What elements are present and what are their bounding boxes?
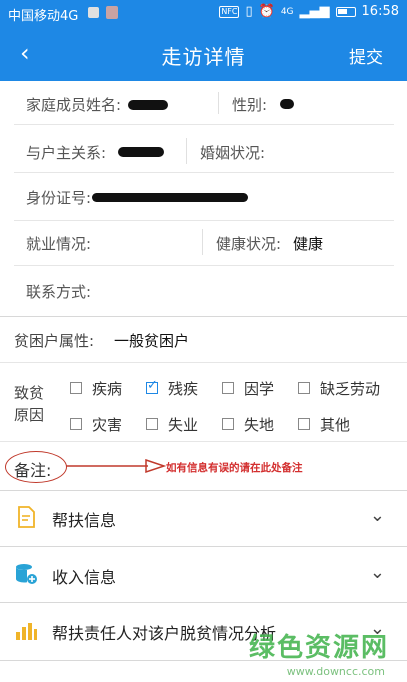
relation-row: 与户主关系: 婚姻状况: bbox=[0, 138, 407, 164]
relation-label: 与户主关系: bbox=[26, 144, 107, 162]
redacted-name bbox=[128, 100, 168, 110]
annotation-arrow-icon bbox=[66, 458, 166, 474]
member-name-label: 家庭成员姓名: bbox=[26, 96, 122, 114]
cause-checkbox[interactable] bbox=[222, 418, 234, 430]
cause-label-1: 致贫 bbox=[14, 384, 45, 402]
health-label: 健康状况: bbox=[216, 235, 282, 253]
submit-button[interactable]: 提交 bbox=[349, 43, 383, 68]
watermark-logo: 绿色资源网 bbox=[248, 633, 389, 663]
section-title: 帮扶信息 bbox=[52, 511, 117, 530]
gender-label: 性别: bbox=[232, 96, 268, 114]
contact-row: 联系方式: bbox=[0, 281, 407, 303]
alarm-icon: ⏰ bbox=[258, 4, 275, 19]
employment-label: 就业情况: bbox=[26, 235, 92, 253]
member-name-row: 家庭成员姓名: 性别: bbox=[0, 92, 407, 116]
cause-label-2: 原因 bbox=[14, 406, 45, 424]
cause-option-label: 缺乏劳动 bbox=[320, 380, 381, 398]
health-value: 健康 bbox=[293, 235, 324, 253]
cause-checkbox[interactable] bbox=[298, 382, 310, 394]
cause-option-label: 其他 bbox=[320, 416, 351, 434]
notification-icon bbox=[88, 7, 99, 18]
divider bbox=[0, 546, 407, 547]
cause-checkbox[interactable] bbox=[298, 418, 310, 430]
cause-checkbox[interactable] bbox=[70, 382, 82, 394]
divider bbox=[218, 92, 219, 114]
app-header: ‹ 走访详情 提交 bbox=[0, 26, 407, 81]
clock-text: 16:58 bbox=[361, 4, 399, 19]
status-bar: 中国移动4G NFC ▯ ⏰ 4G ▂▄▆ 16:58 bbox=[0, 0, 407, 26]
poverty-attr-label: 贫困户属性: bbox=[14, 332, 95, 350]
cause-option-label: 因学 bbox=[244, 380, 275, 398]
section-title: 帮扶责任人对该户脱贫情况分析 bbox=[52, 624, 277, 643]
section-income-info[interactable]: 收入信息 ⌄ bbox=[0, 548, 407, 604]
cause-option-label: 疾病 bbox=[92, 380, 123, 398]
cause-option-label: 残疾 bbox=[168, 380, 199, 398]
marital-label: 婚姻状况: bbox=[200, 144, 266, 162]
signal-icon: ▂▄▆ bbox=[299, 4, 330, 19]
watermark-url: www.downcc.com bbox=[286, 665, 385, 678]
cause-checkbox[interactable] bbox=[146, 418, 158, 430]
divider bbox=[0, 441, 407, 442]
document-icon bbox=[18, 506, 35, 528]
nfc-icon: NFC bbox=[219, 5, 240, 18]
divider bbox=[14, 265, 394, 266]
divider bbox=[0, 602, 407, 603]
contact-label: 联系方式: bbox=[26, 283, 92, 301]
note-label[interactable]: 备注: bbox=[14, 457, 51, 481]
cause-checkbox[interactable] bbox=[146, 378, 158, 394]
chevron-down-icon[interactable]: ⌄ bbox=[370, 505, 385, 526]
page-title: 走访详情 bbox=[161, 45, 246, 69]
redacted-relation bbox=[118, 147, 164, 157]
cause-option-label: 灾害 bbox=[92, 416, 123, 434]
id-label: 身份证号: bbox=[26, 189, 92, 207]
redacted-id bbox=[92, 193, 248, 202]
cause-option-label: 失业 bbox=[168, 416, 199, 434]
poverty-attr-row: 贫困户属性: 一般贫困户 bbox=[0, 330, 407, 352]
divider bbox=[0, 362, 407, 363]
note-hint-text: 如有信息有误的请在此处备注 bbox=[166, 462, 303, 474]
cause-checkbox[interactable] bbox=[222, 382, 234, 394]
poverty-attr-value: 一般贫困户 bbox=[114, 332, 190, 350]
divider bbox=[14, 172, 394, 173]
vibrate-icon: ▯ bbox=[245, 4, 253, 19]
section-assistance-info[interactable]: 帮扶信息 ⌄ bbox=[0, 491, 407, 547]
status-right: NFC ▯ ⏰ 4G ▂▄▆ 16:58 bbox=[219, 4, 399, 19]
network-icon: 4G bbox=[280, 6, 294, 17]
divider bbox=[202, 229, 203, 255]
carrier-text: 中国移动4G bbox=[8, 9, 79, 24]
employment-row: 就业情况: 健康状况: 健康 bbox=[0, 229, 407, 255]
cause-option-label: 失地 bbox=[244, 416, 275, 434]
id-row: 身份证号: bbox=[0, 187, 407, 209]
divider bbox=[14, 124, 394, 125]
bar-chart-icon bbox=[16, 623, 37, 640]
divider bbox=[14, 220, 394, 221]
battery-icon bbox=[335, 6, 356, 17]
divider bbox=[186, 138, 187, 164]
divider bbox=[0, 316, 407, 317]
chevron-down-icon[interactable]: ⌄ bbox=[370, 562, 385, 583]
section-title: 收入信息 bbox=[52, 568, 117, 587]
app-notification-icon bbox=[106, 6, 118, 19]
cause-checkbox[interactable] bbox=[70, 418, 82, 430]
database-add-icon bbox=[16, 564, 37, 584]
redacted-gender bbox=[280, 99, 294, 109]
